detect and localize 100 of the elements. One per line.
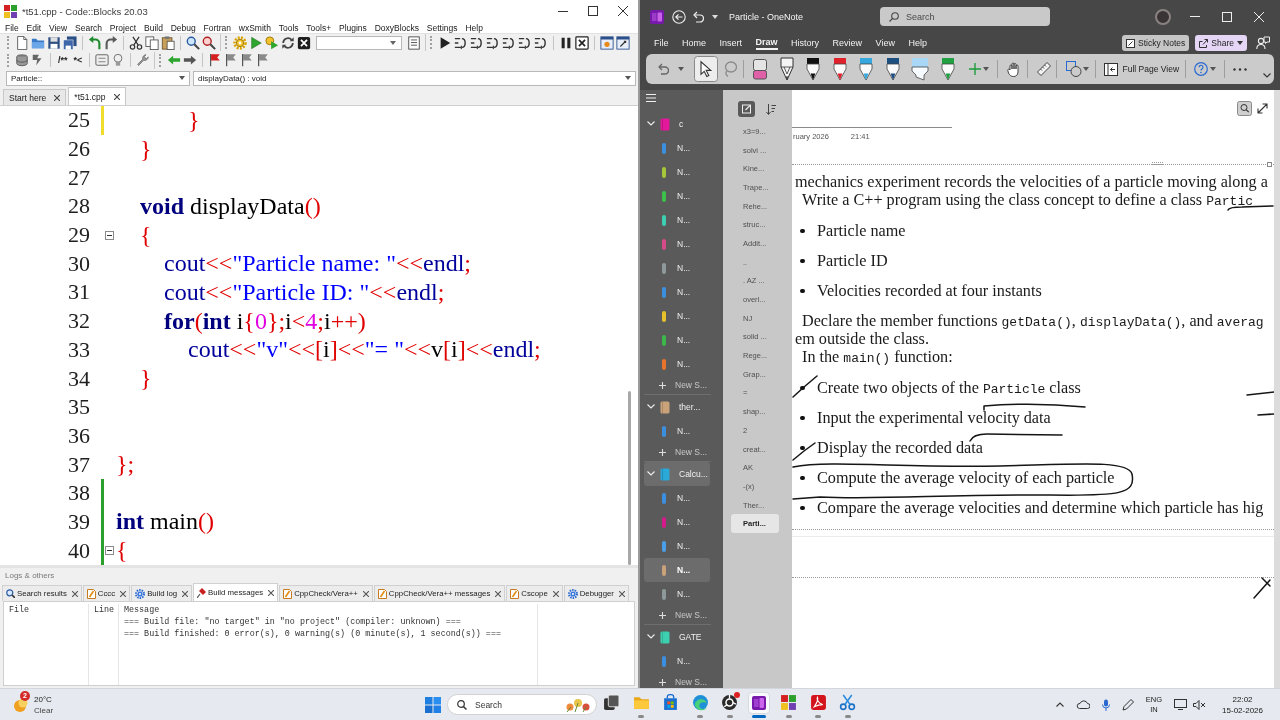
- notebook-icon[interactable]: [748, 692, 771, 714]
- ribbon-tab[interactable]: History: [791, 36, 820, 50]
- ribbon-tab[interactable]: Help: [908, 36, 927, 50]
- ribbon-tab[interactable]: Home: [682, 36, 707, 50]
- monitor-icon[interactable]: [1174, 699, 1188, 710]
- close-icon[interactable]: [71, 590, 78, 597]
- new-section-button[interactable]: New S...: [640, 673, 723, 688]
- clipboard-icon[interactable]: [161, 35, 175, 50]
- flag-icon[interactable]: [240, 53, 255, 68]
- close-icon[interactable]: [54, 94, 61, 101]
- arrow-lines-icon[interactable]: [470, 35, 484, 50]
- window-icon[interactable]: [600, 35, 614, 50]
- resize-handle-icon[interactable]: [1267, 162, 1272, 167]
- menu-item[interactable]: Settings: [426, 22, 458, 33]
- menu-icon[interactable]: [646, 94, 656, 102]
- section-item[interactable]: N...: [644, 160, 710, 184]
- chevron-up-icon[interactable]: [1055, 702, 1064, 707]
- highlighter-icon[interactable]: [911, 57, 929, 81]
- redo-icon[interactable]: [104, 35, 118, 50]
- menu-item[interactable]: Project: [109, 22, 137, 33]
- back-icon[interactable]: [672, 9, 686, 24]
- stacked-disks-icon[interactable]: [15, 53, 29, 68]
- section-item[interactable]: N...: [644, 136, 710, 160]
- close-icon[interactable]: [362, 590, 369, 597]
- x-box-icon[interactable]: [575, 35, 589, 50]
- notebook-item[interactable]: ther...: [644, 395, 710, 419]
- scrollbar[interactable]: [1274, 90, 1280, 688]
- notebook-item[interactable]: c: [644, 112, 710, 136]
- share-button[interactable]: Share: [1195, 35, 1247, 51]
- ribbon-tab[interactable]: Insert: [719, 36, 743, 50]
- section-item[interactable]: N...: [644, 534, 710, 558]
- flag-icon[interactable]: [208, 53, 223, 68]
- section-item[interactable]: N...: [644, 256, 710, 280]
- chat-person-icon[interactable]: [1256, 36, 1270, 50]
- caret-icon[interactable]: [1082, 67, 1089, 71]
- pointer-icon[interactable]: [694, 56, 718, 82]
- gear-icon[interactable]: [233, 35, 247, 50]
- menu-item[interactable]: Debug: [170, 22, 196, 33]
- circular-arrows-icon[interactable]: [281, 35, 295, 50]
- scrollbar[interactable]: [628, 391, 631, 565]
- sticky-notes-button[interactable]: Sticky Notes: [1122, 35, 1190, 51]
- arrow-lines-icon[interactable]: [454, 35, 468, 50]
- caret-icon[interactable]: [1237, 41, 1243, 45]
- clock-time[interactable]: 22:02: [1232, 693, 1253, 705]
- menu-item[interactable]: Search: [75, 22, 102, 33]
- new-section-button[interactable]: New S...: [640, 606, 723, 624]
- minimize-icon[interactable]: [558, 10, 568, 12]
- muted-speaker-icon[interactable]: [1193, 699, 1207, 710]
- search-field[interactable]: Search: [880, 7, 1050, 26]
- microphone-icon[interactable]: [1101, 698, 1110, 711]
- section-item[interactable]: N...: [644, 280, 710, 304]
- search-icon[interactable]: [186, 35, 200, 50]
- notebook-item[interactable]: GATE: [644, 625, 710, 649]
- avatar-icon[interactable]: [1155, 8, 1171, 25]
- aperture-icon[interactable]: [721, 694, 739, 711]
- section-item[interactable]: N...: [644, 184, 710, 208]
- symbol-dropdown[interactable]: displayData() : void: [193, 70, 636, 86]
- undo-icon[interactable]: [657, 63, 669, 75]
- flag-icon[interactable]: [224, 53, 239, 68]
- menu-item[interactable]: File: [5, 22, 19, 33]
- ruler-icon[interactable]: [1036, 62, 1051, 76]
- caret-icon[interactable]: [982, 67, 989, 71]
- more-icon[interactable]: [1233, 67, 1248, 71]
- framed-box-icon[interactable]: [95, 53, 110, 68]
- pen-icon[interactable]: [831, 57, 848, 81]
- menu-item[interactable]: Fortran: [203, 22, 231, 33]
- temperature-label[interactable]: 20°C: [34, 693, 54, 705]
- pen-icon[interactable]: [884, 57, 901, 81]
- color-blocks-icon[interactable]: [780, 694, 798, 711]
- window-stack-icon[interactable]: [603, 694, 621, 711]
- arrow-lines-icon[interactable]: [502, 35, 516, 50]
- close-icon[interactable]: [113, 93, 120, 100]
- new-section-button[interactable]: New S...: [640, 376, 723, 394]
- maximize-icon[interactable]: [588, 6, 598, 16]
- menu-item[interactable]: Edit: [26, 22, 42, 33]
- section-item[interactable]: N...: [644, 558, 710, 582]
- arrow-lines-icon[interactable]: [518, 35, 532, 50]
- section-item[interactable]: N...: [644, 486, 710, 510]
- section-item[interactable]: N...: [644, 510, 710, 534]
- toolbar-button[interactable]: *<: [71, 53, 85, 68]
- pdf-icon[interactable]: [809, 694, 827, 711]
- chevron-down-icon[interactable]: [1263, 73, 1272, 78]
- section-item[interactable]: N...: [644, 304, 710, 328]
- section-item[interactable]: N...: [644, 352, 710, 376]
- build-target-field[interactable]: [316, 35, 402, 50]
- section-item[interactable]: N...: [644, 232, 710, 256]
- fold-marker-icon[interactable]: [104, 546, 114, 556]
- section-item[interactable]: N...: [644, 419, 710, 443]
- floppy-stack-icon[interactable]: [63, 35, 77, 50]
- pencil-icon[interactable]: [778, 57, 795, 81]
- caret-icon[interactable]: [625, 76, 631, 80]
- weather-condition[interactable]: Clear: [34, 704, 54, 716]
- expand-icon[interactable]: [1257, 102, 1268, 114]
- menu-item[interactable]: Plugins: [338, 22, 367, 33]
- pen-icon[interactable]: [805, 57, 821, 81]
- play-icon[interactable]: [438, 35, 452, 50]
- pause-icon[interactable]: [559, 35, 573, 50]
- swirl-icon[interactable]: [691, 694, 709, 711]
- magnifier-icon[interactable]: [202, 35, 216, 50]
- close-icon[interactable]: [268, 589, 275, 596]
